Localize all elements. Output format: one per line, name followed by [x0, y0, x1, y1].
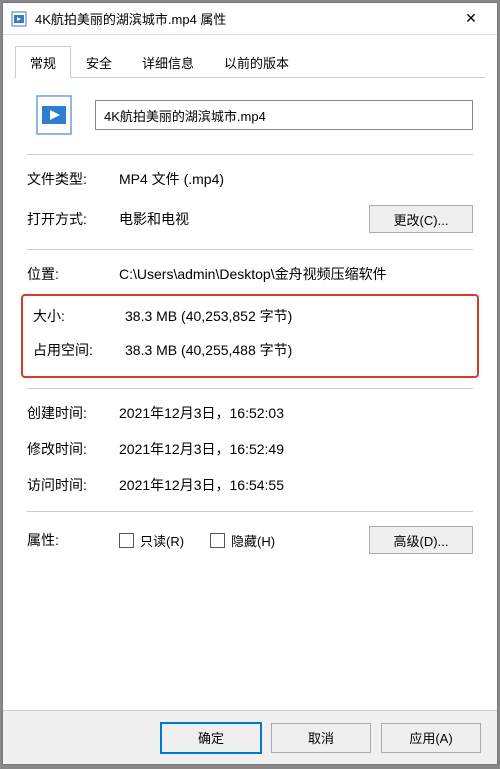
hidden-checkbox-wrap: 隐藏(H): [210, 531, 275, 550]
divider: [27, 249, 473, 250]
row-open-with: 打开方式: 电影和电视 更改(C)...: [27, 205, 473, 233]
readonly-checkbox[interactable]: [119, 533, 134, 548]
label-open-with: 打开方式:: [27, 209, 119, 229]
tab-general[interactable]: 常规: [15, 46, 71, 78]
readonly-label: 只读(R): [140, 531, 184, 550]
value-location: C:\Users\admin\Desktop\金舟视频压缩软件: [119, 264, 473, 284]
divider: [27, 154, 473, 155]
window-title: 4K航拍美丽的湖滨城市.mp4 属性: [35, 9, 451, 28]
value-size-on-disk: 38.3 MB (40,255,488 字节): [125, 340, 467, 360]
hidden-label: 隐藏(H): [231, 531, 275, 550]
tab-details[interactable]: 详细信息: [127, 46, 209, 78]
video-file-icon: [11, 11, 27, 27]
row-accessed: 访问时间: 2021年12月3日，16:54:55: [27, 475, 473, 495]
titlebar: 4K航拍美丽的湖滨城市.mp4 属性 ✕: [3, 3, 497, 35]
hidden-checkbox[interactable]: [210, 533, 225, 548]
divider: [27, 388, 473, 389]
properties-dialog: 4K航拍美丽的湖滨城市.mp4 属性 ✕ 常规 安全 详细信息 以前的版本: [2, 2, 498, 765]
tab-security[interactable]: 安全: [71, 46, 127, 78]
label-created: 创建时间:: [27, 403, 119, 423]
label-attributes: 属性:: [27, 530, 119, 550]
file-header: [27, 92, 473, 138]
dialog-footer: 确定 取消 应用(A): [3, 710, 497, 764]
close-button[interactable]: ✕: [451, 5, 491, 33]
row-location: 位置: C:\Users\admin\Desktop\金舟视频压缩软件: [27, 264, 473, 284]
tab-panel-general: 文件类型: MP4 文件 (.mp4) 打开方式: 电影和电视 更改(C)...…: [15, 78, 485, 570]
label-accessed: 访问时间:: [27, 475, 119, 495]
value-accessed: 2021年12月3日，16:54:55: [119, 475, 473, 495]
apply-button[interactable]: 应用(A): [381, 723, 481, 753]
value-size: 38.3 MB (40,253,852 字节): [125, 306, 467, 326]
ok-button[interactable]: 确定: [161, 723, 261, 753]
label-modified: 修改时间:: [27, 439, 119, 459]
dialog-content: 常规 安全 详细信息 以前的版本 文件类型: MP4 文件 (.mp4): [3, 35, 497, 710]
filename-input[interactable]: [95, 100, 473, 130]
row-file-type: 文件类型: MP4 文件 (.mp4): [27, 169, 473, 189]
label-size-on-disk: 占用空间:: [33, 340, 125, 360]
label-size: 大小:: [33, 306, 125, 326]
change-button[interactable]: 更改(C)...: [369, 205, 473, 233]
label-location: 位置:: [27, 264, 119, 284]
size-highlight-box: 大小: 38.3 MB (40,253,852 字节) 占用空间: 38.3 M…: [21, 294, 479, 378]
close-icon: ✕: [465, 10, 477, 27]
value-created: 2021年12月3日，16:52:03: [119, 403, 473, 423]
cancel-button[interactable]: 取消: [271, 723, 371, 753]
value-file-type: MP4 文件 (.mp4): [119, 169, 473, 189]
row-created: 创建时间: 2021年12月3日，16:52:03: [27, 403, 473, 423]
row-modified: 修改时间: 2021年12月3日，16:52:49: [27, 439, 473, 459]
value-open-with: 电影和电视: [119, 209, 361, 229]
value-modified: 2021年12月3日，16:52:49: [119, 439, 473, 459]
divider: [27, 511, 473, 512]
label-file-type: 文件类型:: [27, 169, 119, 189]
tabs: 常规 安全 详细信息 以前的版本: [15, 45, 485, 78]
tab-previous-versions[interactable]: 以前的版本: [209, 46, 304, 78]
advanced-button[interactable]: 高级(D)...: [369, 526, 473, 554]
row-size-on-disk: 占用空间: 38.3 MB (40,255,488 字节): [33, 340, 467, 360]
video-file-large-icon: [31, 92, 77, 138]
readonly-checkbox-wrap: 只读(R): [119, 531, 184, 550]
row-size: 大小: 38.3 MB (40,253,852 字节): [33, 306, 467, 326]
row-attributes: 属性: 只读(R) 隐藏(H) 高级(D)...: [27, 526, 473, 554]
